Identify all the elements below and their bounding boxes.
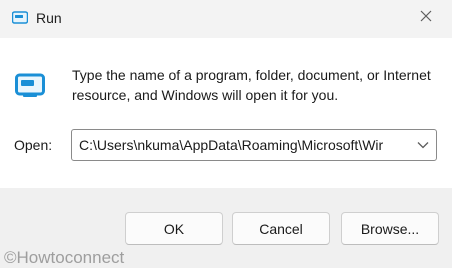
- dialog-content: Type the name of a program, folder, docu…: [0, 38, 452, 188]
- open-input[interactable]: C:\Users\nkuma\AppData\Roaming\Microsoft…: [79, 137, 408, 153]
- open-combobox[interactable]: C:\Users\nkuma\AppData\Roaming\Microsoft…: [71, 129, 437, 161]
- ok-button[interactable]: OK: [125, 212, 223, 245]
- close-button[interactable]: [406, 4, 446, 32]
- close-icon: [420, 9, 432, 27]
- watermark-text: ©Howtoconnect: [4, 248, 125, 267]
- browse-button[interactable]: Browse...: [341, 212, 439, 245]
- chevron-down-icon: [417, 136, 429, 154]
- run-program-icon: [15, 73, 45, 99]
- description-text: Type the name of a program, folder, docu…: [72, 67, 431, 103]
- cancel-button[interactable]: Cancel: [232, 212, 330, 245]
- run-app-icon: [11, 10, 29, 26]
- dropdown-button[interactable]: [410, 130, 436, 160]
- title-bar[interactable]: Run: [0, 0, 452, 38]
- open-label: Open:: [14, 137, 53, 153]
- run-dialog: Run Type the name of a program, folder, …: [0, 0, 452, 268]
- window-title: Run: [36, 10, 62, 26]
